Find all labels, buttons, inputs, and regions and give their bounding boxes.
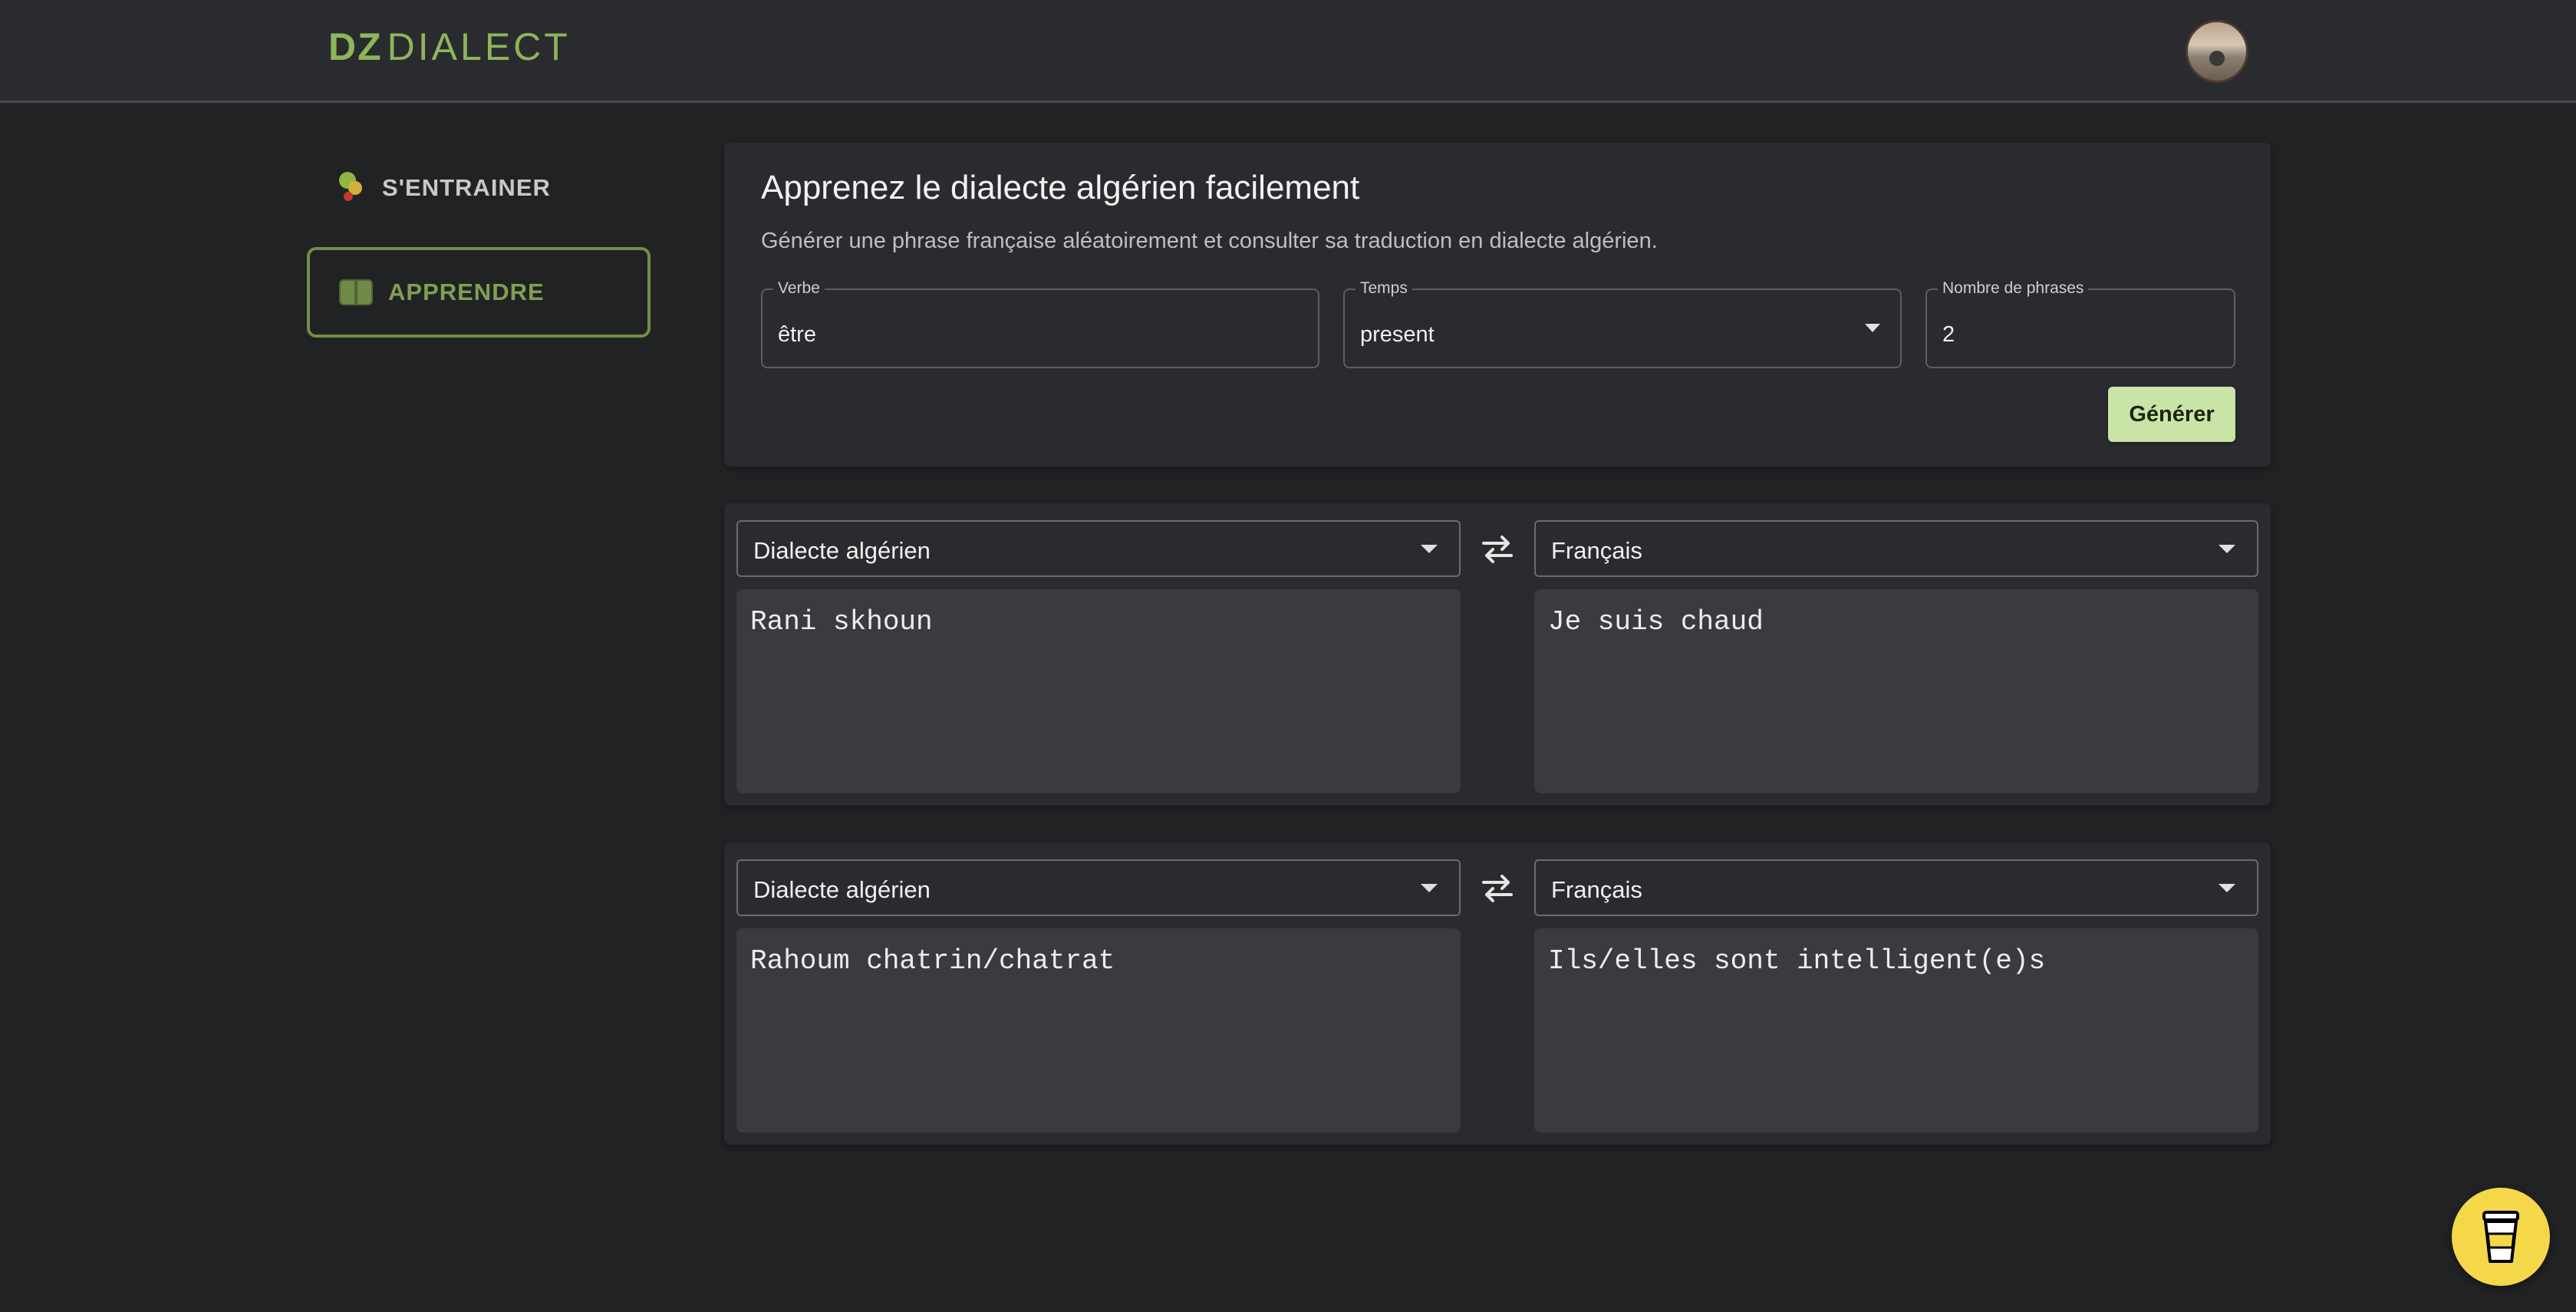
logo-dialect: DIALECT [387,25,571,68]
target-language-select[interactable]: Français [1534,859,2258,916]
translation-card: Dialecte algérien Français Rahoum chatri… [724,842,2271,1145]
chevron-down-icon [2219,545,2235,553]
nombre-phrases-field[interactable]: Nombre de phrases 2 [1925,279,2235,368]
source-language-value: Dialecte algérien [753,537,931,564]
source-text[interactable]: Rahoum chatrin/chatrat [736,928,1461,1132]
dots-icon [336,170,367,206]
source-language-select[interactable]: Dialecte algérien [736,859,1461,916]
sidebar-item-entrainer[interactable]: S'ENTRAINER [307,143,651,233]
buy-me-a-coffee-button[interactable] [2452,1188,2550,1286]
temps-value: present [1360,322,1435,347]
nombre-phrases-label: Nombre de phrases [1938,279,2089,298]
sidebar-item-apprendre[interactable]: APPRENDRE [307,247,651,338]
sidebar-item-label: S'ENTRAINER [382,174,551,201]
target-language-value: Français [1551,876,1642,903]
translation-card: Dialecte algérien Français Rani skhoun J… [724,503,2271,806]
source-language-select[interactable]: Dialecte algérien [736,520,1461,577]
swap-icon[interactable] [1479,532,1516,566]
logo-dz: DZ [328,25,383,68]
chevron-down-icon [1421,884,1438,892]
sidebar-item-label: APPRENDRE [388,279,545,305]
source-language-value: Dialecte algérien [753,876,931,903]
verbe-field[interactable]: Verbe être [761,279,1319,368]
logo[interactable]: DZ DIALECT [328,25,571,68]
page-title: Apprenez le dialecte algérien facilement [761,169,1360,206]
verbe-label: Verbe [773,279,825,298]
page-subtitle: Générer une phrase française aléatoireme… [761,229,1658,253]
target-language-value: Français [1551,537,1642,564]
book-icon [339,279,373,305]
target-language-select[interactable]: Français [1534,520,2258,577]
coffee-cup-icon [2482,1211,2519,1263]
nombre-phrases-value: 2 [1942,322,1955,347]
generator-panel: Apprenez le dialecte algérien facilement… [724,143,2271,466]
temps-label: Temps [1356,279,1412,298]
verbe-value: être [778,322,816,347]
chevron-down-icon [2219,884,2235,892]
avatar[interactable] [2186,20,2248,83]
temps-select[interactable]: Temps present [1343,279,1902,368]
source-text[interactable]: Rani skhoun [736,589,1461,793]
chevron-down-icon [1421,545,1438,553]
top-bar: DZ DIALECT [0,0,2576,103]
swap-icon[interactable] [1479,872,1516,905]
target-text[interactable]: Ils/elles sont intelligent(e)s [1534,928,2258,1132]
target-text[interactable]: Je suis chaud [1534,589,2258,793]
chevron-down-icon [1865,324,1880,332]
generate-button[interactable]: Générer [2108,387,2235,442]
